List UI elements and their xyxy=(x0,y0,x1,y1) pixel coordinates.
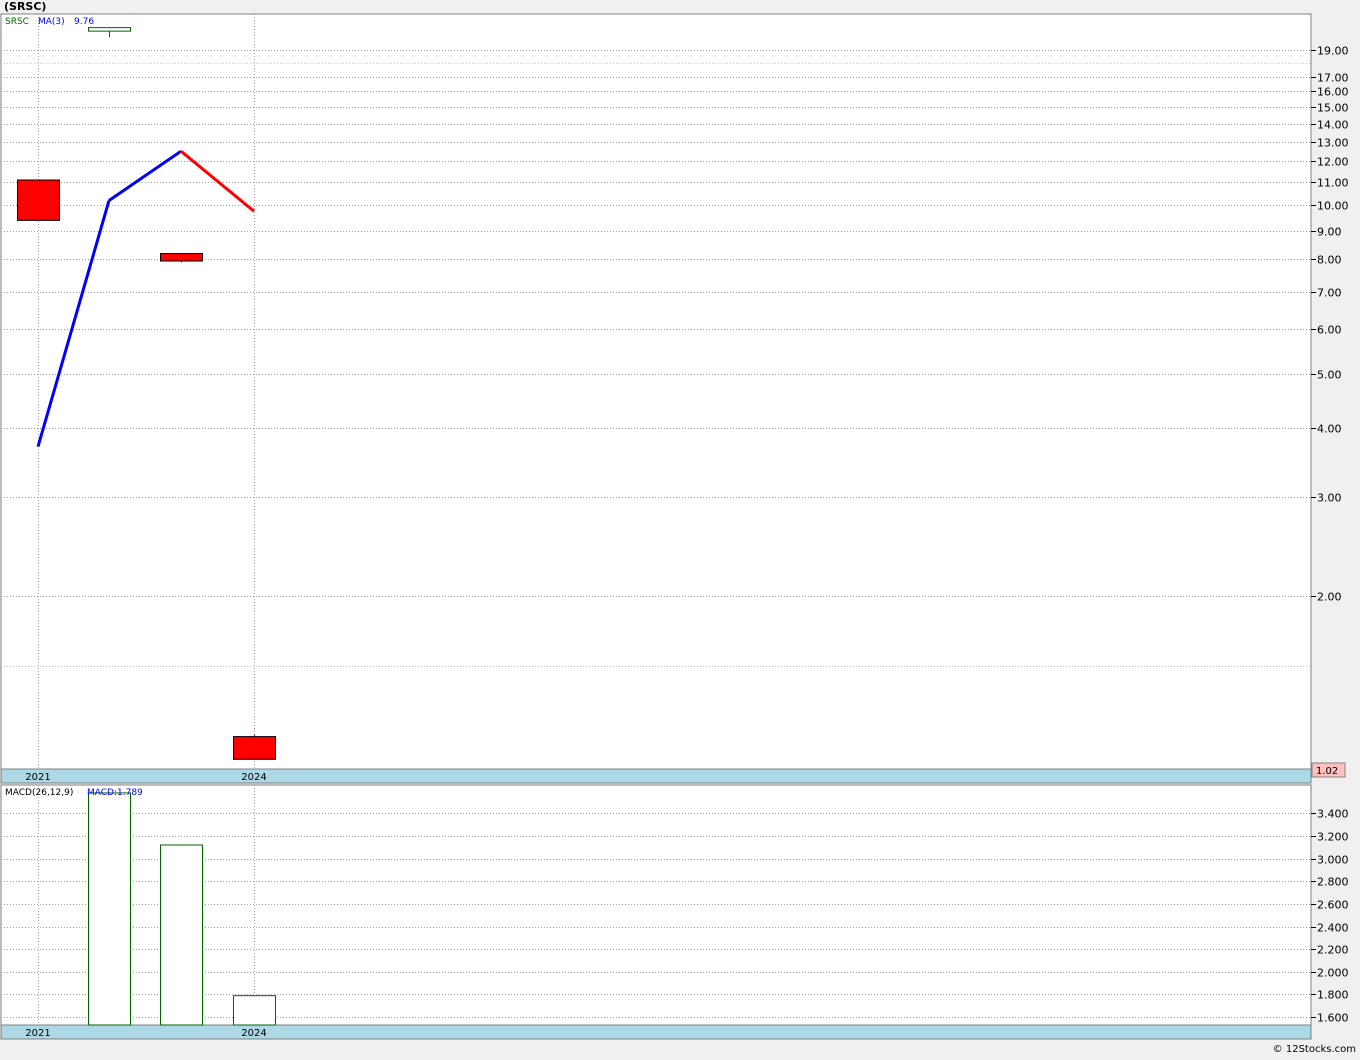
price-tick-label: 11.00 xyxy=(1317,177,1349,190)
candle-body xyxy=(17,179,60,221)
macd-tick-label: 1.800 xyxy=(1317,989,1349,1002)
price-tick-label: 13.00 xyxy=(1317,137,1349,150)
price-xaxis-label: 2024 xyxy=(241,772,266,783)
macd-tick-label: 3.400 xyxy=(1317,808,1349,821)
chart-title: (SRSC) xyxy=(4,0,46,13)
price-tick-label: 16.00 xyxy=(1317,86,1349,99)
price-panel-bg xyxy=(0,13,1312,770)
candle-body xyxy=(160,252,203,262)
candle-body xyxy=(88,27,131,32)
macd-tick-label: 2.800 xyxy=(1317,876,1349,889)
price-tick-label: 12.00 xyxy=(1317,156,1349,169)
macd-xaxis-label: 2021 xyxy=(25,1028,50,1039)
last-price-badge-text: 1.02 xyxy=(1316,766,1338,777)
price-xaxis-band xyxy=(0,768,1312,784)
macd-tick-label: 1.600 xyxy=(1317,1012,1349,1025)
price-tick-label: 17.00 xyxy=(1317,72,1349,85)
price-tick-label: 5.00 xyxy=(1317,369,1342,382)
price-tick-label: 19.00 xyxy=(1317,45,1349,58)
macd-bar xyxy=(88,792,131,1026)
macd-label: MACD(26,12,9) xyxy=(5,788,73,798)
price-tick-label: 4.00 xyxy=(1317,423,1342,436)
macd-tick-label: 2.000 xyxy=(1317,967,1349,980)
ma-value: 9.76 xyxy=(74,17,94,27)
price-tick-label: 2.00 xyxy=(1317,591,1342,604)
price-xaxis-label: 2021 xyxy=(25,772,50,783)
candle-body xyxy=(233,736,276,760)
price-tick-label: 6.00 xyxy=(1317,324,1342,337)
price-tick-label: 15.00 xyxy=(1317,102,1349,115)
ma-label: MA(3) xyxy=(38,17,65,27)
chart-stage: 19.00 17.00 16.00 15.00 14.00 13.00 12.00 11.00… xyxy=(0,0,1360,1056)
macd-tick-label: 3.200 xyxy=(1317,831,1349,844)
macd-bar xyxy=(233,995,276,1026)
price-tick-label: 3.00 xyxy=(1317,492,1342,505)
price-tick-label: 10.00 xyxy=(1317,200,1349,213)
price-tick-label: 8.00 xyxy=(1317,254,1342,267)
macd-value: MACD:1.789 xyxy=(87,788,143,798)
price-tick-label: 7.00 xyxy=(1317,287,1342,300)
price-tick-label: 9.00 xyxy=(1317,226,1342,239)
macd-tick-label: 2.600 xyxy=(1317,899,1349,912)
symbol-label: SRSC xyxy=(5,17,29,27)
stock-chart: 19.00 17.0016.00 15.00 14.00 13.00 12.00 11.00… xyxy=(0,0,1356,1055)
macd-tick-label: 2.400 xyxy=(1317,922,1349,935)
macd-tick-label: 2.200 xyxy=(1317,944,1349,957)
price-tick-label: 14.00 xyxy=(1317,119,1349,132)
copyright-footer: © 12Stocks.com xyxy=(1273,1044,1356,1055)
macd-xaxis-label: 2024 xyxy=(241,1028,266,1039)
macd-tick-label: 3.000 xyxy=(1317,854,1349,867)
macd-xaxis-band xyxy=(0,1024,1312,1040)
macd-bar xyxy=(160,844,203,1026)
